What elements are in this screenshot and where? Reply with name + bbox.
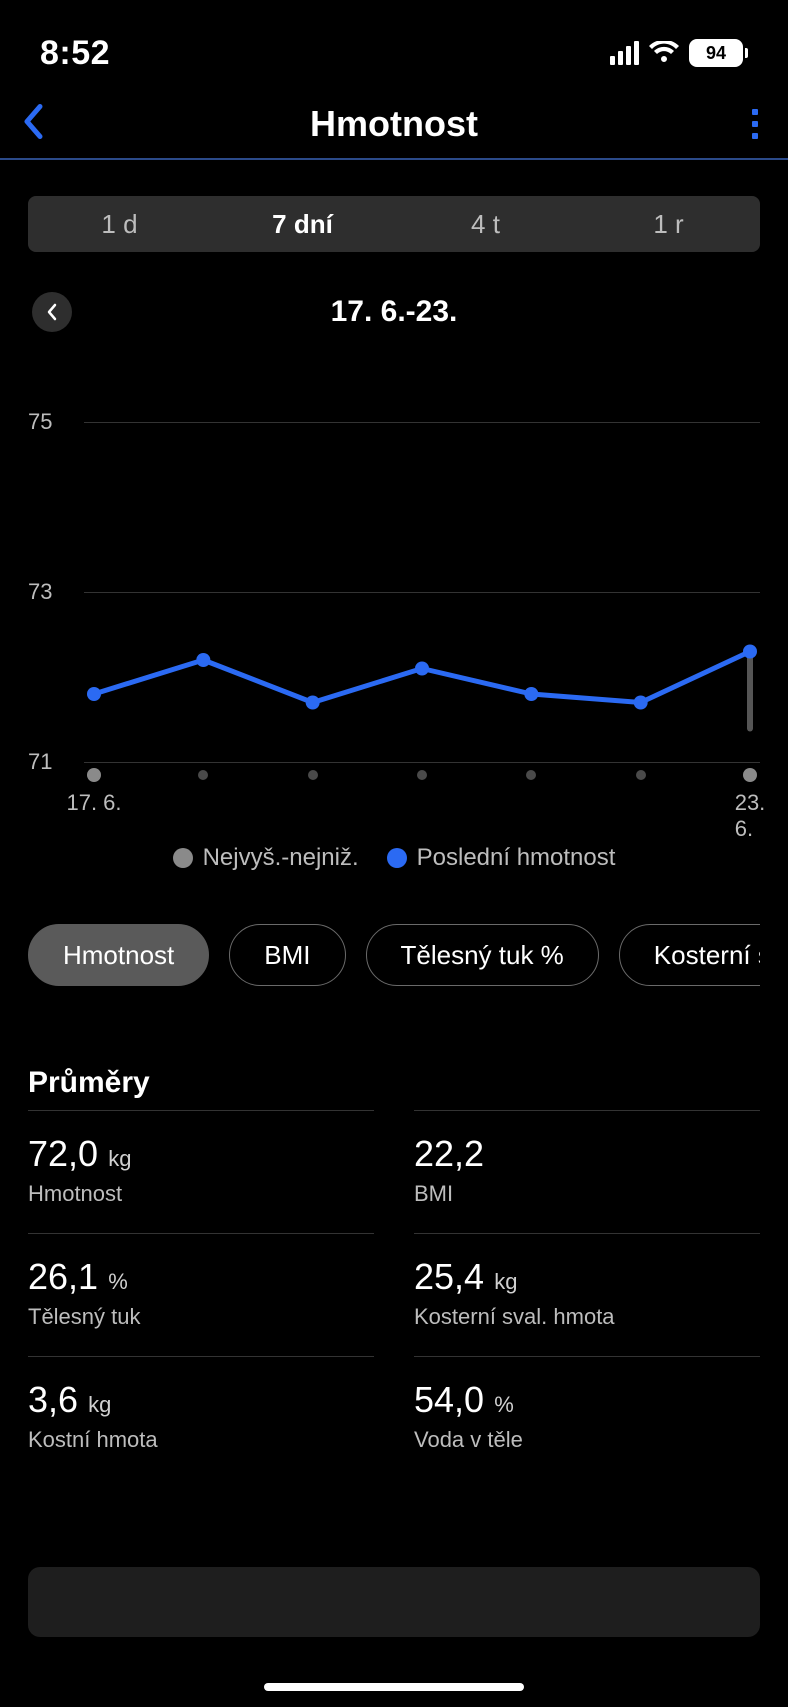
stat-label: Voda v těle <box>414 1427 760 1453</box>
pill-muscle[interactable]: Kosterní sval <box>619 924 760 986</box>
x-tick-label: 17. 6. <box>66 790 121 816</box>
stat-value: 25,4 kg <box>414 1256 760 1298</box>
segment-1y[interactable]: 1 r <box>577 196 760 252</box>
cellular-icon <box>610 41 639 65</box>
stat-value: 54,0 % <box>414 1379 760 1421</box>
legend-range: Nejvyš.-nejniž. <box>173 844 359 872</box>
time-range-segment: 1 d 7 dní 4 t 1 r <box>28 196 760 252</box>
stat-value: 3,6 kg <box>28 1379 374 1421</box>
y-tick: 75 <box>28 409 52 435</box>
more-menu-button[interactable] <box>752 109 758 139</box>
stat-value: 72,0 kg <box>28 1133 374 1175</box>
battery-percent: 94 <box>706 43 726 64</box>
stat-cell: 26,1 % Tělesný tuk <box>28 1233 374 1356</box>
y-tick: 71 <box>28 749 52 775</box>
chart-legend: Nejvyš.-nejniž. Poslední hmotnost <box>28 844 760 872</box>
x-tick-dot <box>417 770 427 780</box>
pill-bodyfat[interactable]: Tělesný tuk % <box>366 924 599 986</box>
stat-label: Kostní hmota <box>28 1427 374 1453</box>
segment-4w[interactable]: 4 t <box>394 196 577 252</box>
nav-bar: Hmotnost <box>0 90 788 160</box>
date-range-label: 17. 6.-23. <box>331 295 458 329</box>
stat-unit: kg <box>82 1392 111 1417</box>
stat-cell: 54,0 % Voda v těle <box>414 1356 760 1479</box>
pill-bmi[interactable]: BMI <box>229 924 345 986</box>
x-tick-dot <box>308 770 318 780</box>
stat-label: Tělesný tuk <box>28 1304 374 1330</box>
stat-unit: kg <box>488 1269 517 1294</box>
legend-dot-gray-icon <box>173 848 193 868</box>
wifi-icon <box>649 41 679 65</box>
status-bar: 8:52 94 <box>0 0 788 90</box>
page-title: Hmotnost <box>310 103 478 145</box>
back-button[interactable] <box>22 104 44 145</box>
stat-label: Kosterní sval. hmota <box>414 1304 760 1330</box>
x-tick-label: 23. 6. <box>735 790 766 842</box>
stat-cell: 22,2 BMI <box>414 1110 760 1233</box>
stat-value: 22,2 <box>414 1133 760 1175</box>
stat-unit: kg <box>102 1146 131 1171</box>
stat-unit: % <box>488 1392 514 1417</box>
status-right: 94 <box>610 39 748 67</box>
stat-label: Hmotnost <box>28 1181 374 1207</box>
prev-date-button[interactable] <box>32 292 72 332</box>
pill-weight[interactable]: Hmotnost <box>28 924 209 986</box>
segment-1d[interactable]: 1 d <box>28 196 211 252</box>
stat-unit: % <box>102 1269 128 1294</box>
status-time: 8:52 <box>40 34 110 73</box>
x-tick-dot <box>87 768 101 782</box>
y-tick: 73 <box>28 579 52 605</box>
gridline <box>84 762 760 763</box>
stat-value: 26,1 % <box>28 1256 374 1298</box>
legend-last: Poslední hmotnost <box>387 844 616 872</box>
bottom-card[interactable] <box>28 1567 760 1637</box>
x-tick-dot <box>743 768 757 782</box>
metric-tabs: Hmotnost BMI Tělesný tuk % Kosterní sval <box>28 924 760 986</box>
segment-7d[interactable]: 7 dní <box>211 196 394 252</box>
x-tick-dot <box>526 770 536 780</box>
stat-cell: 25,4 kg Kosterní sval. hmota <box>414 1233 760 1356</box>
weight-chart[interactable]: 17. 6.23. 6. 717375 <box>28 422 760 822</box>
averages-title: Průměry <box>28 1066 760 1100</box>
stat-cell: 72,0 kg Hmotnost <box>28 1110 374 1233</box>
x-tick-dot <box>198 770 208 780</box>
x-tick-dot <box>636 770 646 780</box>
stat-cell: 3,6 kg Kostní hmota <box>28 1356 374 1479</box>
battery-icon: 94 <box>689 39 748 67</box>
stat-label: BMI <box>414 1181 760 1207</box>
gridline <box>84 422 760 423</box>
gridline <box>84 592 760 593</box>
date-selector: 17. 6.-23. <box>28 292 760 332</box>
averages-grid: 72,0 kgHmotnost22,2BMI26,1 %Tělesný tuk2… <box>28 1110 760 1479</box>
legend-dot-blue-icon <box>387 848 407 868</box>
home-indicator[interactable] <box>264 1683 524 1691</box>
